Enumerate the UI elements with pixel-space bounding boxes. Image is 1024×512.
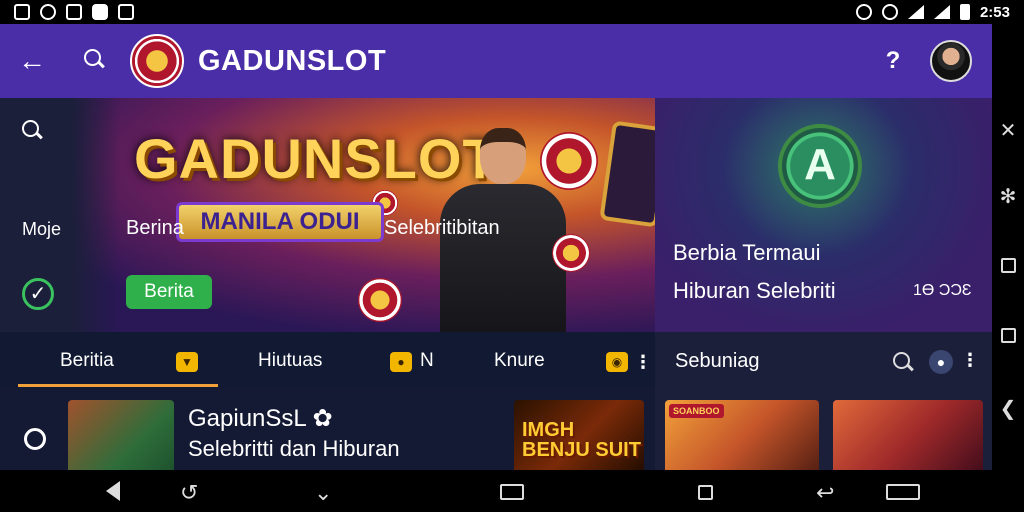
- home-square-icon[interactable]: [698, 480, 713, 506]
- right-nav-rail: ✕ ✻ ❮: [992, 24, 1024, 470]
- feed-thumbnail-2[interactable]: IMGH BENJU SUIT: [514, 400, 644, 470]
- feed-list: GapiunSsL ✿ Selebritti dan Hiburan IMGH …: [0, 388, 655, 470]
- app-bar: ← GADUNSLOT ?: [0, 24, 992, 98]
- search-icon: [84, 48, 104, 69]
- side-panel-title: Sebuniag: [675, 350, 760, 372]
- alarm-icon: [855, 4, 872, 20]
- dnd-icon: [881, 4, 898, 20]
- feed-thumbnail[interactable]: [68, 400, 174, 470]
- casino-chip-image: [358, 278, 402, 322]
- help-icon: ?: [885, 47, 901, 74]
- chat-icon: ●: [390, 352, 412, 372]
- rail-more-label[interactable]: Moje: [22, 219, 61, 240]
- camera-icon[interactable]: [24, 428, 46, 450]
- hero-rail: [0, 98, 120, 332]
- square-icon[interactable]: [992, 326, 1024, 349]
- help-button[interactable]: ?: [868, 47, 918, 75]
- sim-icon: [14, 4, 30, 20]
- side-search-icon[interactable]: [893, 352, 913, 372]
- whatsapp-icon: [40, 4, 56, 20]
- promo-title: Berbia Termaui: [673, 240, 821, 265]
- hero-news-button[interactable]: Berita: [126, 275, 212, 309]
- promo-panel[interactable]: A Berbia Termaui Hiburan Selebriti 1Ɵ ƆƆ…: [655, 98, 992, 332]
- tab-badge-icon: ▼: [176, 352, 198, 372]
- user-icon[interactable]: ●: [929, 350, 953, 374]
- side-panel-header: Sebuniag ● ⋮: [655, 332, 992, 388]
- home-icon[interactable]: [992, 256, 1024, 279]
- search-button[interactable]: [64, 48, 124, 74]
- feed-item-title[interactable]: GapiunSsL ✿: [188, 404, 333, 433]
- video-icon: [92, 4, 108, 20]
- status-time: 2:53: [979, 3, 1010, 21]
- app-brand: GADUNSLOT: [198, 44, 387, 77]
- hero-tag-left: Berina: [126, 217, 184, 239]
- slot-machine-image: [599, 120, 655, 228]
- location-icon: ◉: [606, 352, 628, 372]
- clover-icon: ✿: [312, 405, 333, 432]
- battery-icon: [959, 4, 970, 20]
- casino-chip-image: [552, 234, 590, 272]
- back-button[interactable]: ←: [0, 45, 64, 77]
- rotate-icon[interactable]: ↩: [816, 480, 834, 506]
- rail-search-icon[interactable]: [22, 120, 42, 140]
- tab-knure[interactable]: Knure: [494, 350, 545, 372]
- tab-beritia[interactable]: Beritia: [60, 350, 114, 372]
- arrow-left-icon: ←: [18, 45, 46, 76]
- chevron-left-icon[interactable]: ❮: [992, 396, 1024, 421]
- tab-hiutuas[interactable]: Hiutuas: [258, 350, 322, 372]
- qr-icon: [66, 4, 82, 20]
- window-icon[interactable]: [886, 480, 920, 506]
- wifi-icon: [907, 5, 924, 19]
- app-badge-icon: A: [778, 124, 862, 208]
- back-triangle-icon[interactable]: [106, 481, 120, 501]
- status-bar: 2:53: [0, 0, 1024, 24]
- battery-saver-icon: [118, 4, 134, 20]
- app-logo[interactable]: [130, 34, 184, 88]
- side-feed: SOANBOO: [655, 388, 992, 470]
- side-feed-badge: SOANBOO: [669, 404, 724, 418]
- avatar[interactable]: [930, 40, 972, 82]
- promo-subtitle: Hiburan Selebriti: [673, 278, 836, 303]
- tab-bar: Beritia ▼ Hiutuas ● N Knure ◉ ⋮: [0, 332, 655, 388]
- check-icon[interactable]: ✓: [22, 278, 54, 310]
- system-nav-bar: ↺ ⌄ ↩: [0, 470, 1024, 512]
- status-left: [14, 4, 134, 20]
- settings-icon[interactable]: ✻: [992, 184, 1024, 209]
- side-feed-card[interactable]: SOANBOO: [665, 400, 819, 470]
- recents-icon[interactable]: [500, 480, 524, 506]
- hero-banner-text: MANILA ODUI: [176, 202, 384, 242]
- status-right: 2:53: [855, 3, 1010, 21]
- side-more-icon[interactable]: ⋮: [961, 350, 979, 371]
- side-feed-card-2[interactable]: [833, 400, 983, 470]
- casino-chip-image: [540, 132, 598, 190]
- more-vert-icon[interactable]: ⋮: [634, 352, 652, 373]
- hero-tag-right: Selebritibitan: [384, 217, 500, 239]
- chevron-down-icon[interactable]: ⌄: [314, 480, 332, 506]
- tab-n[interactable]: N: [420, 350, 434, 372]
- tab-indicator: [18, 384, 218, 387]
- feed-item-subtitle: Selebritti dan Hiburan: [188, 436, 400, 461]
- refresh-icon[interactable]: ↺: [180, 480, 198, 506]
- promo-count: 1Ɵ ƆƆƐ: [913, 282, 972, 299]
- close-icon[interactable]: ✕: [992, 118, 1024, 143]
- signal-icon: [933, 5, 950, 19]
